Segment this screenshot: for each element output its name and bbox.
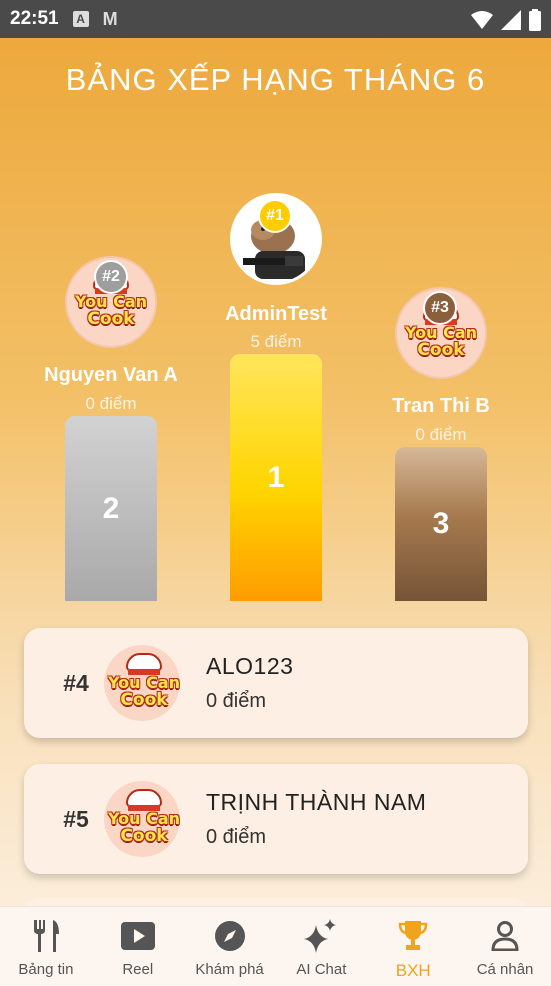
- you-can-cook-logo: You Can Cook: [104, 789, 180, 849]
- status-time: 22:51: [10, 8, 59, 29]
- person-icon: [491, 919, 519, 953]
- nav-item-profile[interactable]: Cá nhân: [459, 907, 551, 986]
- nav-label: Khám phá: [195, 961, 264, 978]
- nav-item-ai-chat[interactable]: AI Chat: [275, 907, 367, 986]
- compass-icon: [214, 919, 246, 953]
- rank-badge: #1: [258, 199, 292, 233]
- user-name: Nguyen Van A: [44, 364, 178, 386]
- play-icon: [120, 919, 155, 953]
- avatar: You Can Cook: [104, 645, 180, 721]
- gmail-notification-icon: M: [102, 8, 118, 29]
- user-name: Tran Thi B: [392, 395, 490, 417]
- a-notification-icon: A: [72, 11, 89, 27]
- ranking-list-item[interactable]: #5 You Can Cook TRỊNH THÀNH NAM 0 điểm: [24, 764, 528, 874]
- nav-label: AI Chat: [296, 961, 347, 978]
- you-can-cook-logo: You Can Cook: [104, 653, 180, 713]
- nav-label: BXH: [395, 961, 431, 980]
- list-rank: #5: [63, 805, 89, 832]
- nav-label: Reel: [122, 961, 154, 978]
- fork-knife-icon: [31, 919, 61, 953]
- bottom-navigation: Bảng tin Reel Khám phá AI Chat BXH Cá nh…: [0, 906, 551, 986]
- sparkle-icon: [304, 919, 338, 953]
- user-name: AdminTest: [225, 303, 327, 325]
- nav-label: Bảng tin: [18, 961, 74, 978]
- trophy-icon: [398, 919, 428, 953]
- user-points: 5 điểm: [250, 332, 302, 351]
- ranking-list-item[interactable]: #4 You Can Cook ALO123 0 điểm: [24, 628, 528, 738]
- rank-badge: #3: [423, 291, 457, 325]
- user-points: 0 điểm: [415, 425, 467, 444]
- status-right-icons: [471, 9, 541, 31]
- avatar: You Can Cook: [104, 781, 180, 857]
- nav-label: Cá nhân: [476, 961, 534, 978]
- list-user-points: 0 điểm: [206, 826, 267, 848]
- list-user-name: TRỊNH THÀNH NAM: [206, 789, 427, 815]
- list-rank: #4: [63, 669, 89, 696]
- list-user-name: ALO123: [206, 653, 294, 679]
- nav-item-explore[interactable]: Khám phá: [184, 907, 276, 986]
- nav-item-reel[interactable]: Reel: [92, 907, 184, 986]
- rank-badge: #2: [94, 260, 128, 294]
- signal-icon: [501, 10, 521, 30]
- podium-bar-silver: 2: [65, 416, 157, 601]
- podium-bar-gold: 1: [230, 354, 322, 601]
- podium-bar-bronze: 3: [395, 447, 487, 601]
- list-user-points: 0 điểm: [206, 690, 267, 712]
- status-bar: 22:51 A M: [0, 0, 551, 38]
- battery-icon: [529, 9, 541, 31]
- nav-item-leaderboard[interactable]: BXH: [367, 907, 459, 986]
- user-points: 0 điểm: [85, 394, 137, 413]
- nav-item-feed[interactable]: Bảng tin: [0, 907, 92, 986]
- page-title: BẢNG XẾP HẠNG THÁNG 6: [65, 62, 486, 97]
- wifi-icon: [471, 11, 493, 29]
